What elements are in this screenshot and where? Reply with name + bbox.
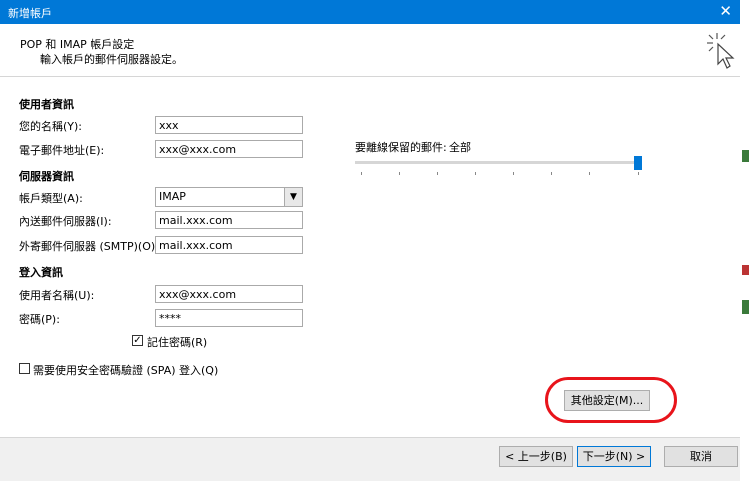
remember-password-checkbox[interactable]: ✓ bbox=[132, 335, 143, 346]
page-subtitle: 輸入帳戶的郵件伺服器設定。 bbox=[40, 53, 183, 66]
username-label: 使用者名稱(U): bbox=[19, 289, 95, 302]
highlight-ring bbox=[545, 377, 677, 423]
slider-tick bbox=[475, 172, 476, 175]
name-label: 您的名稱(Y): bbox=[19, 120, 83, 133]
slider-tick bbox=[638, 172, 639, 175]
account-type-value: IMAP bbox=[159, 190, 186, 203]
title-bar: 新增帳戶 ✕ bbox=[0, 0, 740, 24]
offline-slider-track[interactable] bbox=[355, 161, 641, 164]
page-title: POP 和 IMAP 帳戶設定 bbox=[20, 38, 135, 51]
incoming-server-field[interactable]: mail.xxx.com bbox=[155, 211, 303, 229]
edge-mark bbox=[742, 265, 749, 275]
account-type-select[interactable]: IMAP ▼ bbox=[155, 187, 303, 207]
slider-tick bbox=[399, 172, 400, 175]
offline-mail-value: 全部 bbox=[449, 141, 471, 154]
next-button[interactable]: 下一步(N) > bbox=[577, 446, 651, 467]
section-heading-login-info: 登入資訊 bbox=[19, 266, 63, 279]
email-label: 電子郵件地址(E): bbox=[19, 144, 105, 157]
background-edge bbox=[740, 0, 749, 480]
wizard-header: POP 和 IMAP 帳戶設定 輸入帳戶的郵件伺服器設定。 bbox=[0, 24, 740, 77]
offline-mail-label: 要離線保留的郵件: bbox=[355, 141, 447, 154]
slider-tick bbox=[551, 172, 552, 175]
email-field[interactable]: xxx@xxx.com bbox=[155, 140, 303, 158]
slider-tick bbox=[361, 172, 362, 175]
outgoing-server-label: 外寄郵件伺服器 (SMTP)(O): bbox=[19, 240, 159, 253]
password-label: 密碼(P): bbox=[19, 313, 60, 326]
edge-mark bbox=[742, 150, 749, 162]
spa-label: 需要使用安全密碼驗證 (SPA) 登入(Q) bbox=[33, 364, 219, 377]
incoming-server-label: 內送郵件伺服器(I): bbox=[19, 215, 112, 228]
cancel-button[interactable]: 取消 bbox=[664, 446, 738, 467]
slider-tick bbox=[513, 172, 514, 175]
edge-mark bbox=[742, 300, 749, 314]
offline-slider-thumb[interactable] bbox=[634, 156, 642, 170]
slider-tick bbox=[589, 172, 590, 175]
section-heading-server-info: 伺服器資訊 bbox=[19, 170, 74, 183]
remember-password-label: 記住密碼(R) bbox=[147, 336, 208, 349]
close-icon[interactable]: ✕ bbox=[719, 2, 732, 20]
username-field[interactable]: xxx@xxx.com bbox=[155, 285, 303, 303]
section-heading-user-info: 使用者資訊 bbox=[19, 98, 74, 111]
account-type-label: 帳戶類型(A): bbox=[19, 192, 83, 205]
slider-tick bbox=[437, 172, 438, 175]
name-field[interactable]: xxx bbox=[155, 116, 303, 134]
window-title: 新增帳戶 bbox=[8, 7, 52, 20]
password-field[interactable]: **** bbox=[155, 309, 303, 327]
outgoing-server-field[interactable]: mail.xxx.com bbox=[155, 236, 303, 254]
back-button[interactable]: < 上一步(B) bbox=[499, 446, 573, 467]
spa-checkbox[interactable] bbox=[19, 363, 30, 374]
magic-wand-cursor-icon bbox=[707, 33, 735, 69]
chevron-down-icon[interactable]: ▼ bbox=[284, 188, 302, 206]
